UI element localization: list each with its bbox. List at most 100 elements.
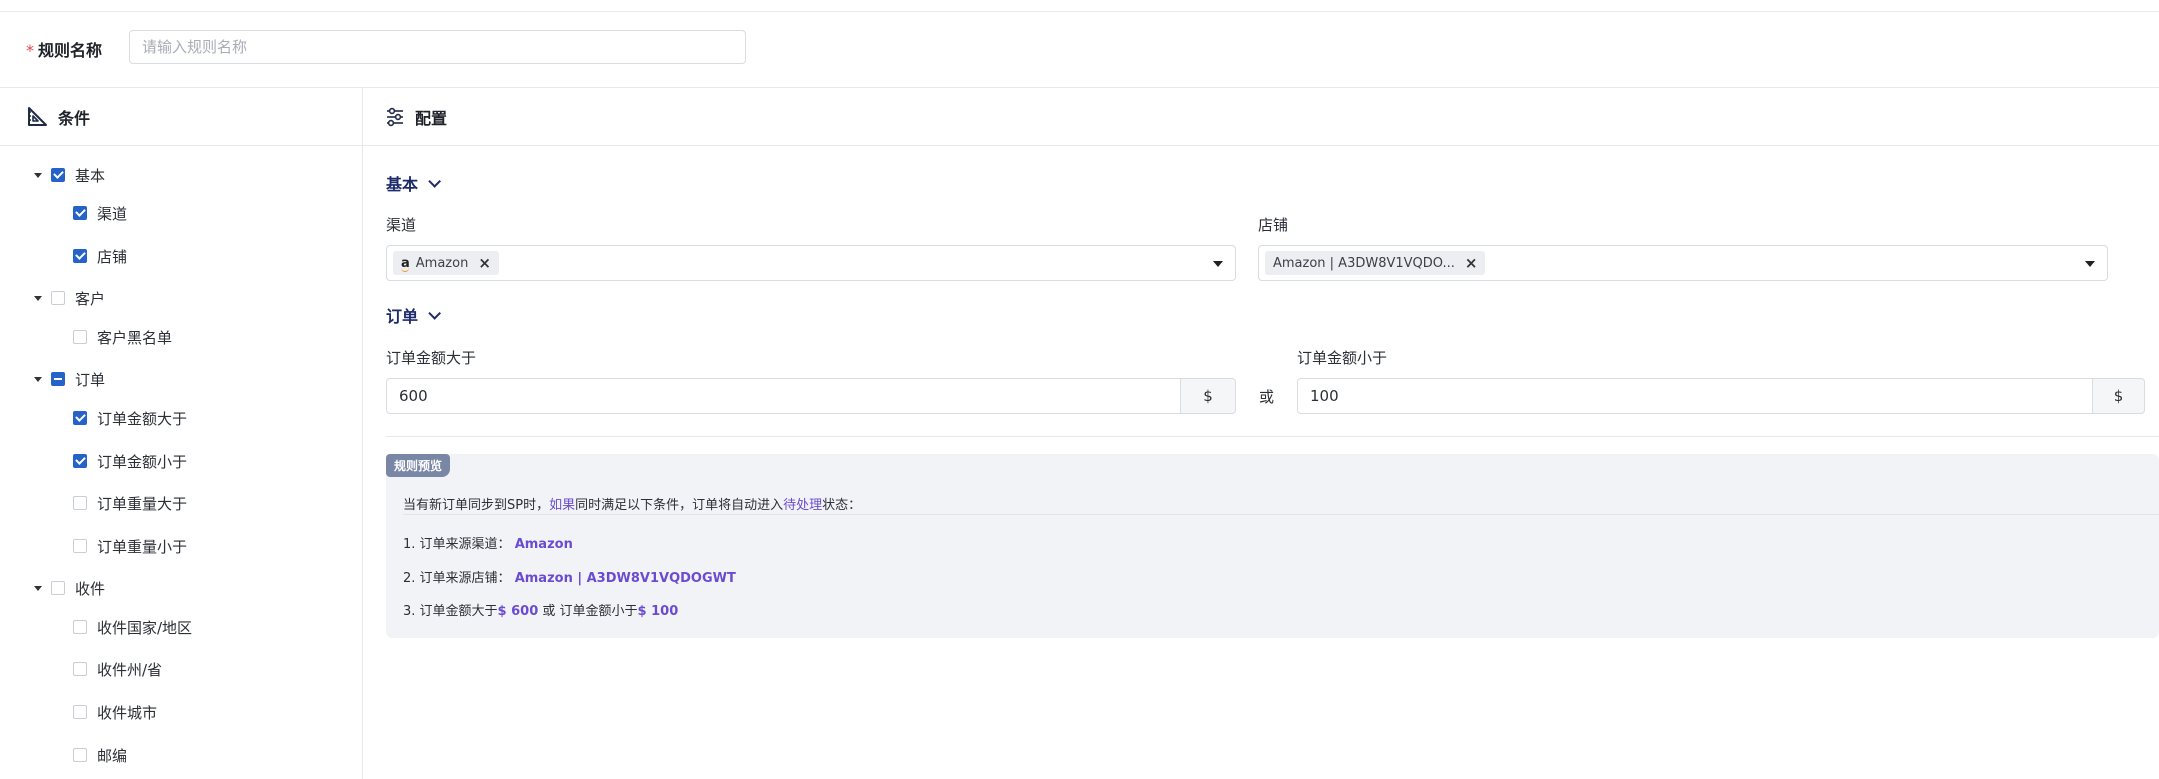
- tree-item-label: 收件国家/地区: [97, 618, 193, 637]
- tree-group-customer[interactable]: 客户: [34, 287, 105, 309]
- channel-tag: a Amazon ×: [393, 251, 499, 275]
- caret-down-icon[interactable]: [1213, 261, 1223, 267]
- preview-line-2-value: Amazon | A3DW8V1VQDOGWT: [514, 571, 736, 586]
- tree-item-recipient-state[interactable]: 收件州/省: [73, 658, 162, 680]
- tree-item-order-amount-lt[interactable]: 订单金额小于: [73, 450, 187, 472]
- checkbox-recipient[interactable]: [51, 581, 65, 595]
- rule-name-label-text: 规则名称: [38, 41, 103, 60]
- tree-group-basic[interactable]: 基本: [34, 164, 105, 186]
- tree-item-order-weight-gt[interactable]: 订单重量大于: [73, 492, 187, 514]
- tree-item-label: 邮编: [97, 746, 128, 765]
- checkbox-order-amount-lt[interactable]: [73, 454, 87, 468]
- caret-down-icon[interactable]: [34, 295, 42, 301]
- tree-group-recipient[interactable]: 收件: [34, 577, 105, 599]
- preview-line-2-text: 2. 订单来源店铺：: [403, 571, 511, 586]
- checkbox-zipcode[interactable]: [73, 748, 87, 762]
- tree-item-label: 渠道: [97, 204, 128, 223]
- tree-group-label: 客户: [75, 289, 106, 308]
- checkbox-recipient-state[interactable]: [73, 662, 87, 676]
- preview-line-1-value: Amazon: [514, 537, 573, 552]
- preview-badge-text: 规则预览: [386, 454, 451, 477]
- checkbox-store[interactable]: [73, 249, 87, 263]
- tree-group-label: 订单: [75, 370, 106, 389]
- checkbox-order-weight-lt[interactable]: [73, 539, 87, 553]
- preview-line-3-mid: 或 订单金额小于: [538, 604, 638, 619]
- preview-line-1-text: 1. 订单来源渠道：: [403, 537, 511, 552]
- preview-line-3-value-1: $ 600: [497, 604, 539, 619]
- preview-intro-status: 待处理: [783, 498, 823, 513]
- order-amount-lt-input[interactable]: 100: [1297, 378, 2093, 414]
- sliders-icon: [387, 107, 403, 126]
- section-order[interactable]: 订单: [386, 303, 442, 327]
- currency-suffix-gt: $: [1181, 378, 1236, 414]
- required-mark: *: [26, 41, 34, 60]
- tree-item-customer-blacklist[interactable]: 客户黑名单: [73, 326, 172, 348]
- section-basic-title: 基本: [386, 175, 419, 194]
- tree-group-label: 基本: [75, 166, 106, 185]
- preview-line-2: 2. 订单来源店铺： Amazon | A3DW8V1VQDOGWT: [403, 567, 736, 586]
- checkbox-recipient-country[interactable]: [73, 620, 87, 634]
- conditions-title: 条件: [58, 108, 91, 128]
- conditions-header: 条件: [0, 88, 362, 146]
- store-label: 店铺: [1258, 216, 1289, 234]
- channel-tag-text: Amazon: [415, 255, 469, 271]
- tree-item-channel[interactable]: 渠道: [73, 202, 127, 224]
- preview-intro-post: 状态：: [822, 498, 862, 513]
- tree-item-recipient-city[interactable]: 收件城市: [73, 701, 157, 723]
- close-icon[interactable]: ×: [1465, 254, 1478, 272]
- tree-item-store[interactable]: 店铺: [73, 245, 127, 267]
- tree-item-label: 订单重量小于: [97, 537, 188, 556]
- checkbox-recipient-city[interactable]: [73, 705, 87, 719]
- order-amount-gt-input[interactable]: 600: [386, 378, 1181, 414]
- store-select[interactable]: Amazon | A3DW8V1VQDO... ×: [1258, 245, 2108, 281]
- checkbox-order[interactable]: [51, 372, 65, 386]
- caret-down-icon[interactable]: [34, 172, 42, 178]
- caret-down-icon[interactable]: [2085, 261, 2095, 267]
- tree-item-label: 客户黑名单: [97, 328, 173, 347]
- store-tag-text: Amazon | A3DW8V1VQDO...: [1273, 255, 1455, 271]
- or-text: 或: [1259, 388, 1275, 406]
- preview-line-3: 3. 订单金额大于$ 600 或 订单金额小于$ 100: [403, 600, 678, 619]
- tree-item-order-amount-gt[interactable]: 订单金额大于: [73, 407, 187, 429]
- tree-item-label: 订单金额大于: [97, 409, 188, 428]
- store-tag: Amazon | A3DW8V1VQDO... ×: [1265, 251, 1486, 275]
- tree-item-label: 收件城市: [97, 703, 158, 722]
- preview-intro-if: 如果: [549, 498, 576, 513]
- caret-down-icon[interactable]: [34, 585, 42, 591]
- section-basic[interactable]: 基本: [386, 171, 442, 195]
- config-header: 配置: [363, 88, 2159, 146]
- rule-name-input[interactable]: [129, 30, 746, 64]
- preview-line-3-value-2: $ 100: [637, 604, 679, 619]
- order-amount-gt-label: 订单金额大于: [386, 349, 477, 367]
- caret-down-icon[interactable]: [34, 376, 42, 382]
- order-amount-lt-label: 订单金额小于: [1297, 349, 1388, 367]
- tree-group-order[interactable]: 订单: [34, 368, 105, 390]
- section-divider: [386, 436, 2159, 437]
- close-icon[interactable]: ×: [478, 254, 491, 272]
- set-square-icon: [28, 106, 47, 126]
- tree-item-label: 订单重量大于: [97, 494, 188, 513]
- checkbox-customer-blacklist[interactable]: [73, 330, 87, 344]
- preview-intro-mid: 同时满足以下条件，订单将自动进入: [575, 498, 784, 513]
- config-panel: 配置: [363, 88, 2159, 779]
- tree-item-zipcode[interactable]: 邮编: [73, 744, 127, 766]
- preview-intro: 当有新订单同步到SP时，如果同时满足以下条件，订单将自动进入待处理状态：: [403, 494, 861, 513]
- channel-select[interactable]: a Amazon ×: [386, 245, 1236, 281]
- config-title: 配置: [415, 108, 448, 128]
- checkbox-channel[interactable]: [73, 206, 87, 220]
- tree-item-label: 收件州/省: [97, 660, 163, 679]
- rule-name-label: * 规则名称: [26, 37, 102, 61]
- amazon-logo-icon: a: [401, 255, 410, 272]
- checkbox-basic[interactable]: [51, 168, 65, 182]
- preview-line-3-text: 3. 订单金额大于: [403, 604, 498, 619]
- tree-item-label: 订单金额小于: [97, 452, 188, 471]
- preview-intro-pre: 当有新订单同步到SP时，: [403, 498, 550, 513]
- checkbox-order-weight-gt[interactable]: [73, 496, 87, 510]
- conditions-panel: 条件 基本 渠道 店铺 客户 客户黑名单 订单 订单金额大于 订单金额小于 订单…: [0, 88, 363, 779]
- checkbox-customer[interactable]: [51, 291, 65, 305]
- checkbox-order-amount-gt[interactable]: [73, 411, 87, 425]
- tree-item-order-weight-lt[interactable]: 订单重量小于: [73, 535, 187, 557]
- tree-group-label: 收件: [75, 579, 106, 598]
- preview-line-1: 1. 订单来源渠道： Amazon: [403, 533, 573, 552]
- tree-item-recipient-country[interactable]: 收件国家/地区: [73, 616, 192, 638]
